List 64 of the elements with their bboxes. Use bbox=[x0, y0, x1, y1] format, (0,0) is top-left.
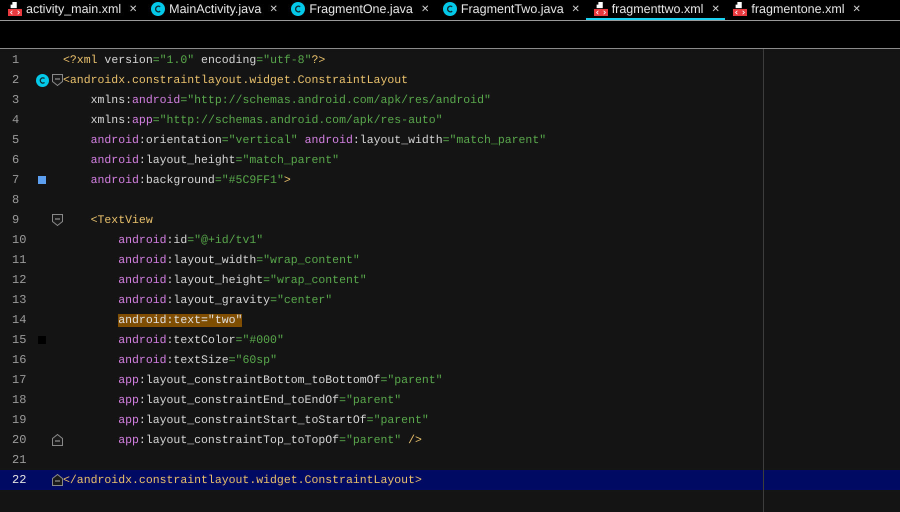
close-icon[interactable]: ✕ bbox=[269, 3, 278, 15]
close-icon[interactable]: ✕ bbox=[711, 3, 720, 15]
editor-tab[interactable]: activity_main.xml ✕ bbox=[0, 0, 144, 20]
code-line: app:layout_constraintBottom_toBottomOf="parent" bbox=[117, 374, 443, 386]
line-number: 18 bbox=[11, 393, 28, 407]
line-number: 13 bbox=[11, 293, 28, 307]
code-line: <androidx.constraintlayout.widget.ConstraintLayout bbox=[63, 74, 408, 86]
close-icon[interactable]: ✕ bbox=[420, 3, 429, 15]
line-number: 19 bbox=[11, 413, 28, 427]
line-number: 2 bbox=[11, 73, 20, 87]
line-number: 1 bbox=[11, 53, 20, 67]
line-number: 12 bbox=[11, 273, 28, 287]
code-line: android:background="#5C9FF1"> bbox=[90, 174, 291, 186]
code-line: <?xml version="1.0" encoding="utf-8"?> bbox=[63, 54, 326, 66]
fold-icon[interactable] bbox=[52, 434, 63, 446]
code-line: android:textColor="#000" bbox=[117, 334, 284, 346]
line-number: 22 bbox=[11, 473, 28, 487]
code-line: android:layout_height="match_parent" bbox=[90, 154, 340, 166]
xml-file-icon bbox=[8, 2, 22, 16]
line-number: 20 bbox=[11, 433, 28, 447]
color-swatch[interactable] bbox=[38, 176, 46, 184]
code-line: android:layout_height="wrap_content" bbox=[117, 274, 367, 286]
code-line: android:layout_width="wrap_content" bbox=[117, 254, 360, 266]
line-number: 21 bbox=[11, 453, 28, 467]
code-line: app:layout_constraintEnd_toEndOf="parent" bbox=[117, 394, 402, 406]
editor-tab[interactable]: FragmentOne.java ✕ bbox=[283, 0, 435, 20]
line-number: 16 bbox=[11, 353, 28, 367]
class-icon bbox=[291, 2, 306, 16]
code-line: <TextView bbox=[90, 214, 153, 226]
line-number: 14 bbox=[11, 313, 28, 327]
line-number: 8 bbox=[11, 193, 20, 207]
line-number: 5 bbox=[11, 133, 20, 147]
class-icon bbox=[151, 2, 166, 16]
editor-tab[interactable]: MainActivity.java ✕ bbox=[143, 0, 284, 20]
line-number: 9 bbox=[11, 213, 20, 227]
close-icon[interactable]: ✕ bbox=[572, 3, 580, 15]
editor-tab[interactable]: FragmentTwo.java ✕ bbox=[434, 0, 586, 20]
code-line: android:textSize="60sp" bbox=[117, 354, 277, 366]
line-number: 3 bbox=[11, 93, 20, 107]
fold-icon[interactable] bbox=[52, 474, 63, 486]
line-number: 10 bbox=[11, 233, 28, 247]
code-line: xmlns:android="http://schemas.android.com/apk/res/android" bbox=[90, 94, 491, 106]
code-line: app:layout_constraintTop_toTopOf="parent" /> bbox=[117, 434, 422, 446]
code-line: </androidx.constraintlayout.widget.ConstraintLayout> bbox=[63, 474, 422, 486]
class-icon bbox=[442, 2, 457, 16]
line-number: 7 bbox=[11, 173, 20, 187]
xml-file-icon bbox=[733, 2, 748, 16]
code-line: xmlns:app="http://schemas.android.com/apk/res-auto" bbox=[90, 114, 443, 126]
line-number: 11 bbox=[11, 253, 28, 267]
close-icon[interactable]: ✕ bbox=[852, 3, 861, 15]
code-line: android:id="@+id/tv1" bbox=[117, 234, 264, 246]
line-number: 15 bbox=[11, 333, 28, 347]
line-number: 4 bbox=[11, 113, 20, 127]
line-number: 17 bbox=[11, 373, 28, 387]
code-line: android:layout_gravity="center" bbox=[117, 294, 332, 306]
fold-icon[interactable] bbox=[52, 214, 63, 226]
fold-icon[interactable] bbox=[52, 74, 63, 86]
line-number: 6 bbox=[11, 153, 20, 167]
code-line: android:orientation="vertical" android:layout_width="match_parent" bbox=[90, 134, 546, 146]
close-icon[interactable]: ✕ bbox=[129, 3, 138, 15]
code-line: app:layout_constraintStart_toStartOf="parent" bbox=[117, 414, 429, 426]
editor-tab[interactable]: fragmentone.xml ✕ bbox=[725, 0, 867, 20]
class-icon[interactable] bbox=[36, 74, 48, 86]
xml-file-icon bbox=[594, 2, 608, 16]
